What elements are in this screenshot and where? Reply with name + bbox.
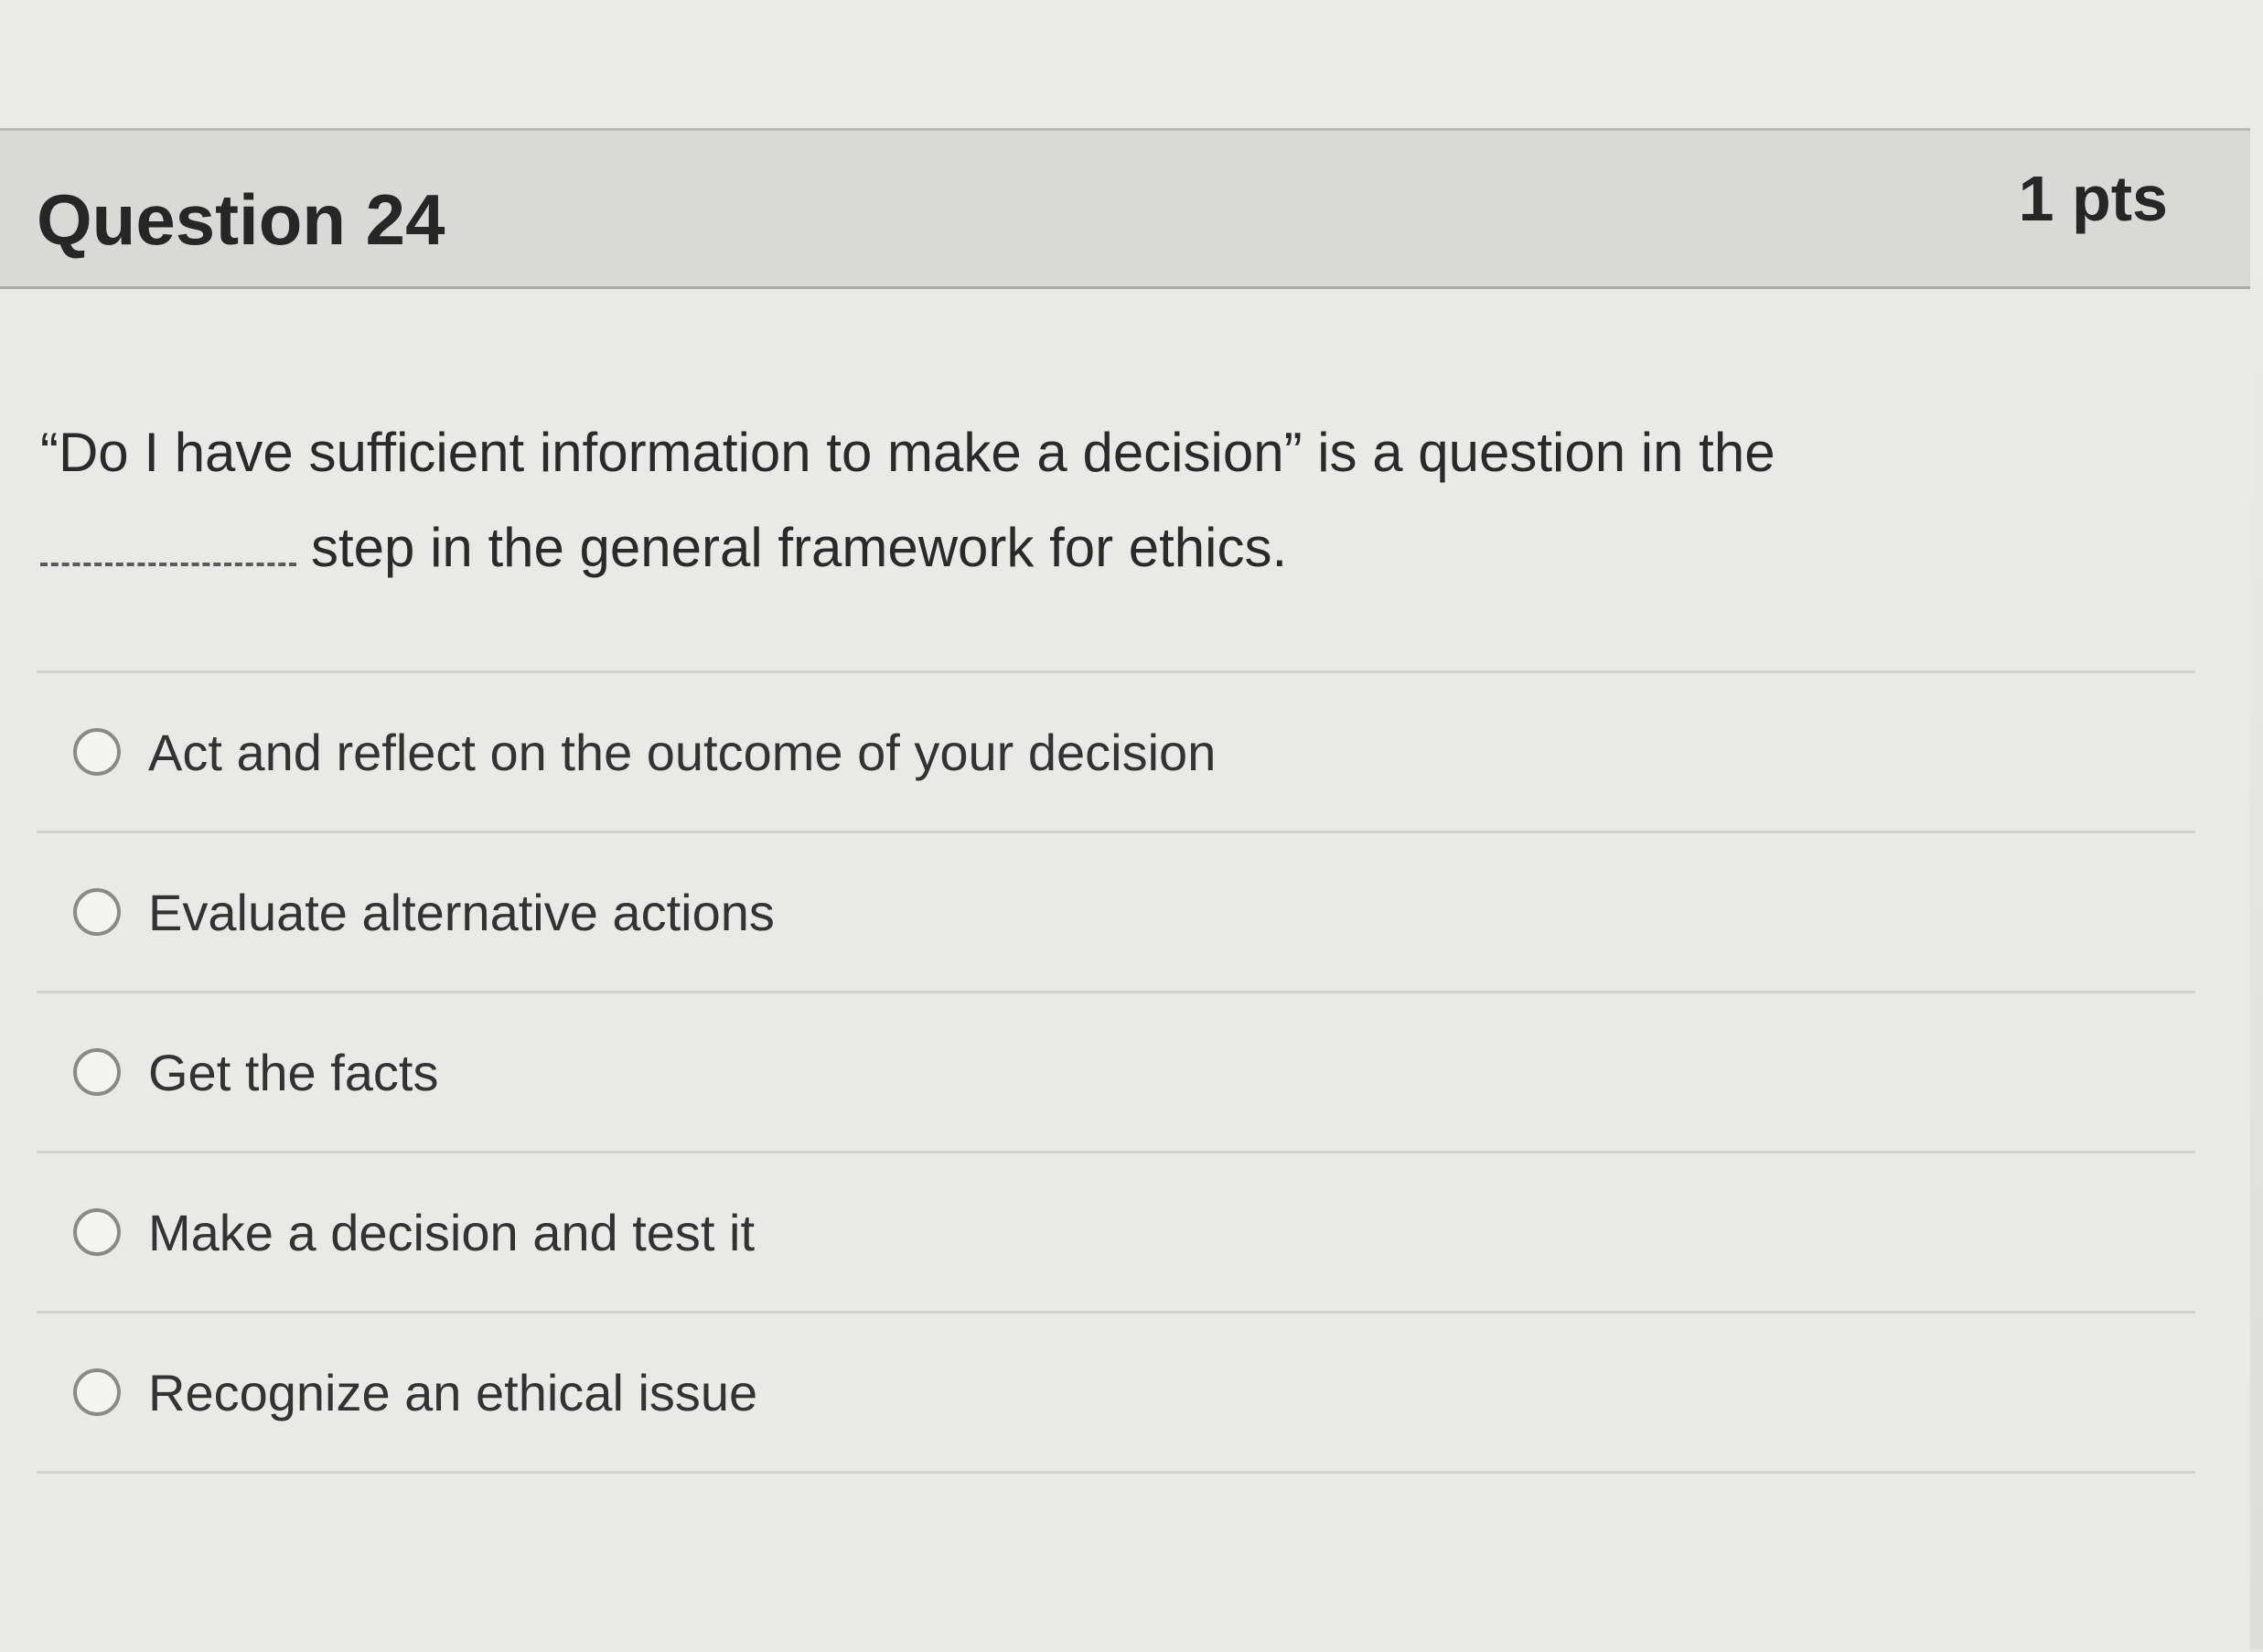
radio-button[interactable] — [73, 1208, 121, 1256]
answer-label: Get the facts — [148, 1043, 439, 1101]
question-body: “Do I have sufficient information to mak… — [40, 405, 2199, 595]
question-title: Question 24 — [37, 179, 445, 260]
fill-in-blank — [40, 563, 296, 566]
question-text-part2: step in the general framework for ethics… — [311, 517, 1288, 578]
answer-option[interactable]: Make a decision and test it — [37, 1151, 2195, 1311]
answer-option[interactable]: Get the facts — [37, 991, 2195, 1151]
answer-label: Recognize an ethical issue — [148, 1363, 758, 1421]
question-card: Question 24 1 pts “Do I have sufficient … — [0, 128, 2250, 1652]
radio-button[interactable] — [73, 728, 121, 776]
answer-option[interactable]: Recognize an ethical issue — [37, 1311, 2195, 1474]
radio-button[interactable] — [73, 888, 121, 936]
question-points: 1 pts — [2018, 163, 2168, 234]
answer-label: Act and reflect on the outcome of your d… — [148, 723, 1217, 781]
question-text-part1: “Do I have sufficient information to mak… — [40, 422, 1775, 483]
answer-label: Make a decision and test it — [148, 1203, 756, 1261]
answer-label: Evaluate alternative actions — [148, 883, 775, 941]
radio-button[interactable] — [73, 1368, 121, 1416]
answer-list: Act and reflect on the outcome of your d… — [37, 670, 2195, 1474]
radio-button[interactable] — [73, 1048, 121, 1096]
answer-option[interactable]: Act and reflect on the outcome of your d… — [37, 670, 2195, 831]
question-text: “Do I have sufficient information to mak… — [40, 405, 2053, 595]
answer-option[interactable]: Evaluate alternative actions — [37, 831, 2195, 991]
question-header: Question 24 1 pts — [0, 131, 2250, 289]
